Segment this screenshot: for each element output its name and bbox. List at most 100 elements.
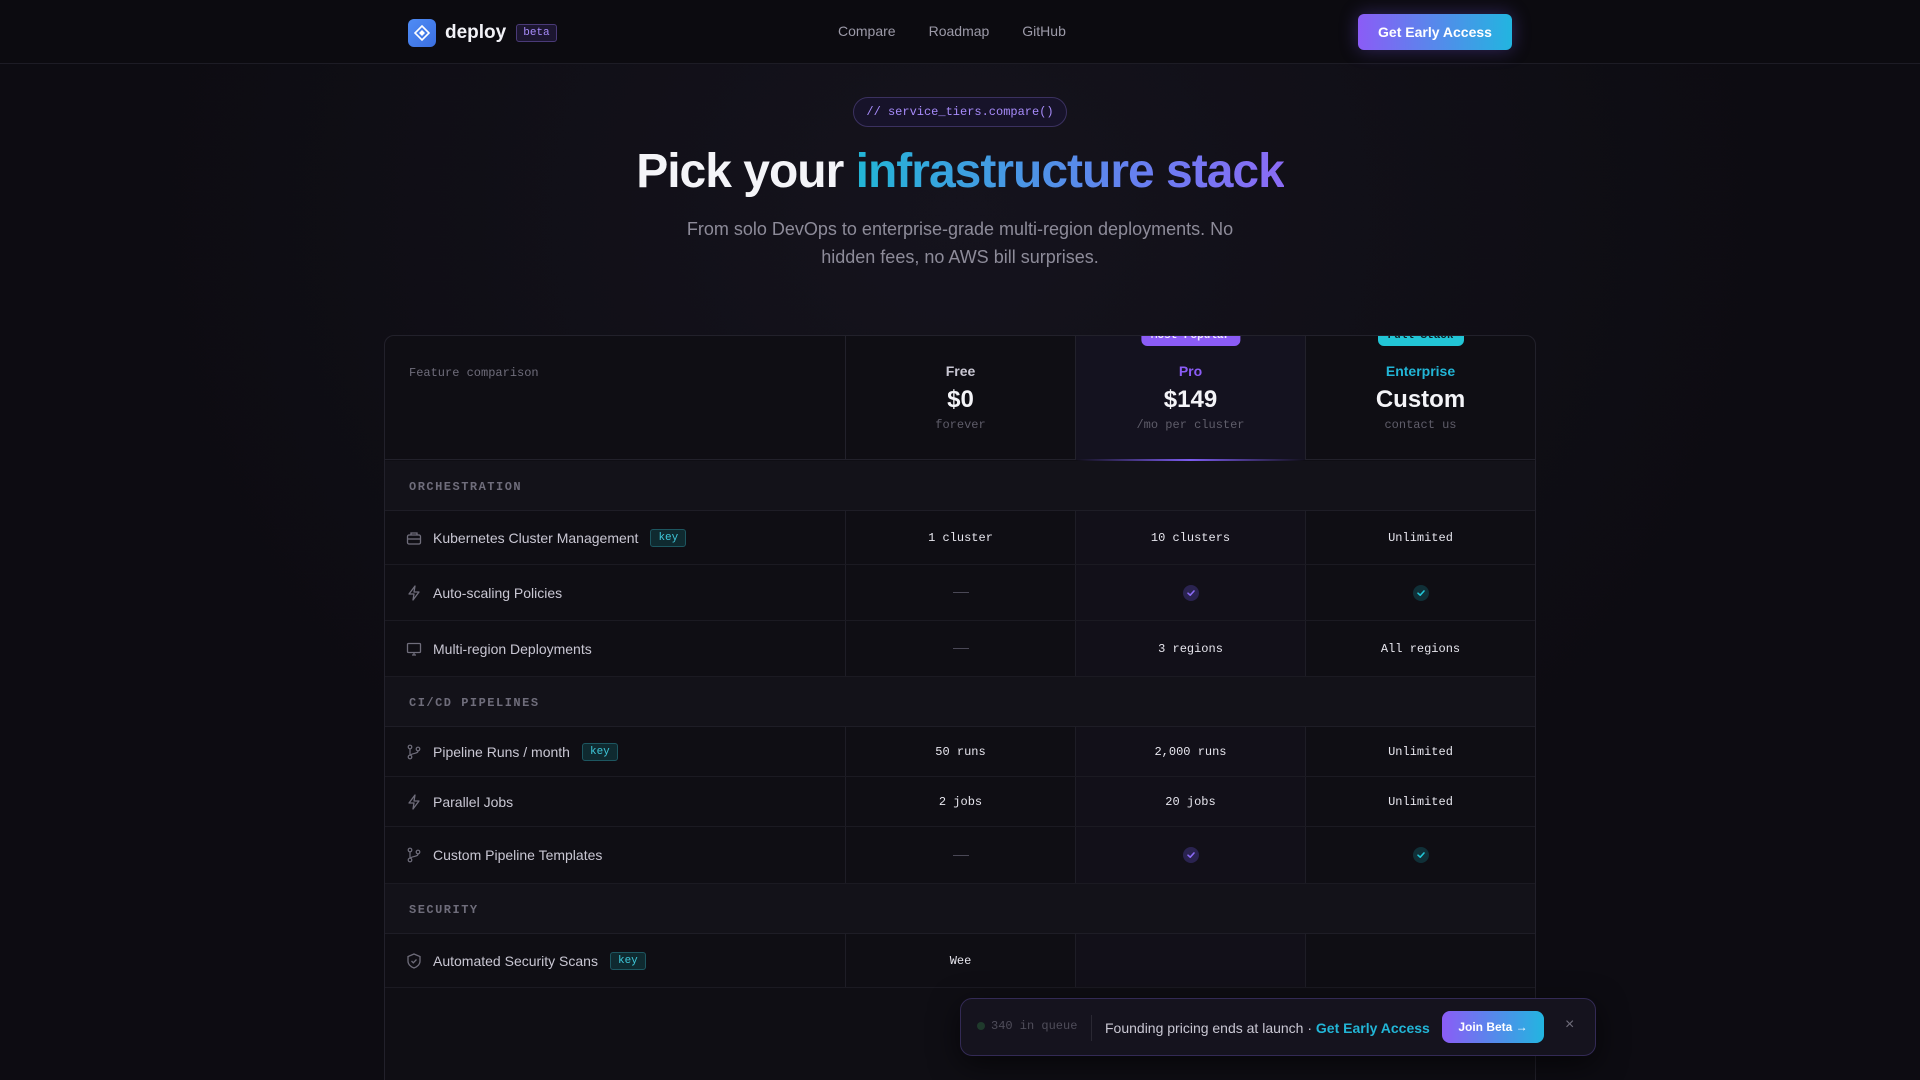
tier-price: Custom xyxy=(1375,386,1466,413)
tier-pro: Most Popular Pro $149 /mo per cluster xyxy=(1075,336,1305,461)
section-label: SECURITY xyxy=(409,903,479,917)
get-early-access-button[interactable]: Get Early Access xyxy=(1358,14,1512,50)
section-header: CI/CD PIPELINES xyxy=(385,677,1535,727)
cell-pro xyxy=(1075,565,1305,620)
logo-icon xyxy=(408,19,436,47)
cell-pro: 2,000 runs xyxy=(1075,727,1305,776)
cell-enterprise: All regions xyxy=(1305,621,1535,676)
section-label: CI/CD PIPELINES xyxy=(409,696,540,710)
cell-enterprise: Unlimited xyxy=(1305,727,1535,776)
monitor-icon xyxy=(405,640,423,658)
table-header: Feature comparison Free $0 forever Most … xyxy=(385,336,1535,461)
bolt-icon xyxy=(405,584,423,602)
feature-label: Pipeline Runs / month xyxy=(433,743,570,760)
tier-name: Free xyxy=(945,363,976,379)
cell-free: 1 cluster xyxy=(845,511,1075,564)
tier-name: Enterprise xyxy=(1385,363,1456,379)
feature-label: Custom Pipeline Templates xyxy=(433,847,603,863)
branch-icon xyxy=(405,743,423,761)
cell-free: Wee xyxy=(845,934,1075,987)
tier-note: /mo per cluster xyxy=(1136,418,1245,432)
title-accent: infrastructure stack xyxy=(855,145,1285,198)
queue-count: 340 in queue xyxy=(991,1019,1078,1033)
most-popular-badge: Most Popular xyxy=(1140,336,1241,346)
section-header: SECURITY xyxy=(385,884,1535,934)
dash-icon xyxy=(952,854,969,856)
branch-icon xyxy=(405,846,423,864)
feature-label: Automated Security Scans xyxy=(433,952,598,969)
nav-link-compare[interactable]: Compare xyxy=(838,23,896,39)
tier-price: $0 xyxy=(947,386,974,413)
queue-status: 340 in queue xyxy=(977,1019,1077,1033)
cell-enterprise xyxy=(1305,827,1535,883)
beta-badge: beta xyxy=(516,24,557,42)
dash-icon xyxy=(952,648,969,649)
check-icon xyxy=(1412,584,1429,601)
bolt-icon xyxy=(405,793,423,811)
feature-label: Kubernetes Cluster Management xyxy=(433,529,639,546)
launch-toast: 340 in queue Founding pricing ends at la… xyxy=(960,998,1596,1056)
brand-name: deploy xyxy=(445,22,507,43)
toast-get-early-access-link[interactable]: Get Early Access xyxy=(1316,1020,1430,1036)
code-pill: // service_tiers.compare() xyxy=(853,97,1067,127)
table-row: Automated Security Scans key Wee xyxy=(385,934,1535,988)
table-row: Parallel Jobs 2 jobs 20 jobs Unlimited xyxy=(385,777,1535,827)
feature-label: Multi-region Deployments xyxy=(433,640,592,657)
shield-icon xyxy=(405,952,423,970)
nav-link-roadmap[interactable]: Roadmap xyxy=(929,23,990,39)
cell-pro: 20 jobs xyxy=(1075,777,1305,826)
tier-note: contact us xyxy=(1384,418,1457,432)
brand-logo[interactable]: deploy beta xyxy=(408,19,557,47)
page-subtitle: From solo DevOps to enterprise-grade mul… xyxy=(686,219,1234,267)
section-label: ORCHESTRATION xyxy=(409,480,523,494)
key-badge: key xyxy=(581,742,618,761)
check-icon xyxy=(1182,847,1199,863)
nav-link-github[interactable]: GitHub xyxy=(1022,23,1066,39)
dash-icon xyxy=(952,592,969,593)
feature-cell: Pipeline Runs / month key xyxy=(405,727,618,776)
page-title: Pick your infrastructure stack xyxy=(0,144,1920,199)
tier-free: Free $0 forever xyxy=(845,336,1075,460)
tier-price: $149 xyxy=(1163,386,1218,413)
cell-pro: 10 clusters xyxy=(1075,511,1305,564)
cell-pro xyxy=(1075,827,1305,883)
feature-label: Parallel Jobs xyxy=(433,793,514,810)
feature-cell: Auto-scaling Policies xyxy=(405,565,562,620)
cell-free xyxy=(845,565,1075,620)
feature-cell: Multi-region Deployments xyxy=(405,621,592,676)
check-icon xyxy=(1182,584,1199,601)
cell-free xyxy=(845,621,1075,676)
feature-cell: Automated Security Scans key xyxy=(405,934,646,987)
table-row: Multi-region Deployments 3 regions All reg… xyxy=(385,621,1535,677)
nav-links: Compare Roadmap GitHub xyxy=(838,23,1066,39)
cell-free: 50 runs xyxy=(845,727,1075,776)
join-beta-button[interactable]: Join Beta → xyxy=(1442,1011,1544,1043)
key-badge: key xyxy=(609,951,646,970)
close-icon[interactable]: × xyxy=(1565,1016,1574,1034)
cell-enterprise: Unlimited xyxy=(1305,511,1535,564)
cell-enterprise: Unlimited xyxy=(1305,777,1535,826)
tier-name: Pro xyxy=(1178,363,1203,379)
top-nav: deploy beta Compare Roadmap GitHub Get E… xyxy=(0,0,1920,64)
feature-label: Auto-scaling Policies xyxy=(433,584,563,601)
check-icon xyxy=(1412,847,1429,863)
cell-enterprise xyxy=(1305,934,1535,987)
status-dot-icon xyxy=(977,1022,985,1030)
table-row: Custom Pipeline Templates xyxy=(385,827,1535,884)
cell-free: 2 jobs xyxy=(845,777,1075,826)
feature-comparison-label: Feature comparison xyxy=(409,366,539,380)
toast-divider xyxy=(1091,1015,1092,1041)
feature-cell: Kubernetes Cluster Management key xyxy=(405,511,687,564)
table-row: Auto-scaling Policies xyxy=(385,565,1535,621)
section-header: ORCHESTRATION xyxy=(385,461,1535,511)
cluster-icon xyxy=(405,529,423,547)
toast-message: Founding pricing ends at launch · Get Ea… xyxy=(1105,1020,1430,1036)
cell-free xyxy=(845,827,1075,883)
full-stack-badge: Full Stack xyxy=(1377,336,1464,346)
tier-enterprise: Full Stack Enterprise Custom contact us xyxy=(1305,336,1535,460)
feature-cell: Custom Pipeline Templates xyxy=(405,827,602,883)
cell-enterprise xyxy=(1305,565,1535,620)
feature-cell: Parallel Jobs xyxy=(405,777,513,826)
cell-pro: 3 regions xyxy=(1075,621,1305,676)
table-row: Pipeline Runs / month key 50 runs 2,000 run… xyxy=(385,727,1535,777)
